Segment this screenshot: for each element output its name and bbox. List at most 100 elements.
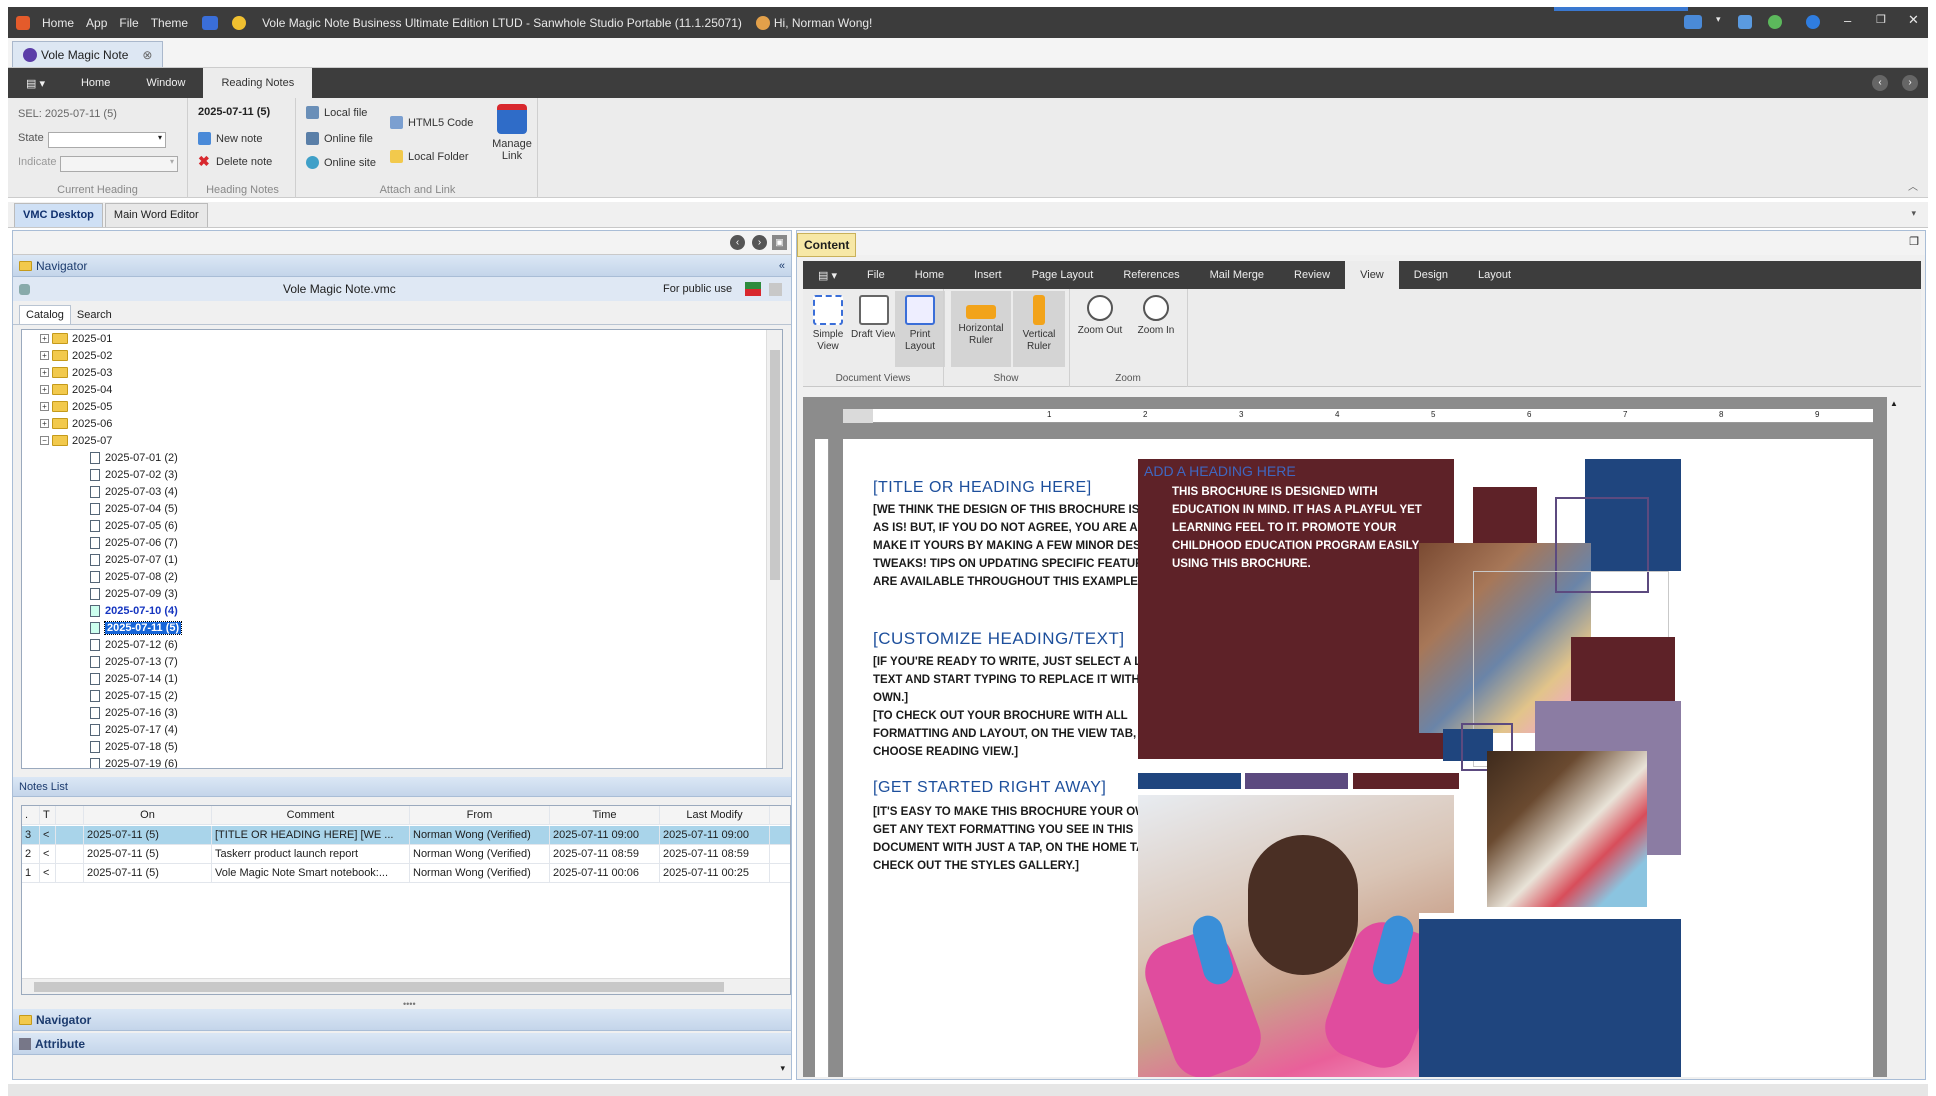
simple-view-button[interactable]: Simple View	[803, 295, 853, 353]
tree-day-bold[interactable]: 2025-07-10 (4)	[90, 602, 178, 619]
tree-day[interactable]: 2025-07-08 (2)	[90, 568, 178, 585]
tab-vmc-desktop[interactable]: VMC Desktop	[14, 202, 103, 227]
col-comment[interactable]: Comment	[212, 806, 410, 825]
col-t[interactable]: T	[40, 806, 56, 825]
zoom-in-button[interactable]: Zoom In	[1129, 295, 1183, 337]
table-row[interactable]: 1 < 2025-07-11 (5) Vole Magic Note Smart n…	[22, 864, 790, 883]
tree-day[interactable]: 2025-07-06 (7)	[90, 534, 178, 551]
tree-scrollbar[interactable]	[766, 330, 782, 768]
manage-link-button[interactable]: Manage Link	[490, 104, 534, 162]
word-tab-view[interactable]: View	[1345, 261, 1399, 289]
tree-day[interactable]: 2025-07-04 (5)	[90, 500, 178, 517]
menu-app[interactable]: App	[86, 16, 107, 30]
tree-day[interactable]: 2025-07-19 (6)	[90, 755, 178, 768]
tree-day[interactable]: 2025-07-01 (2)	[90, 449, 178, 466]
local-file-button[interactable]: Local file	[306, 106, 367, 119]
table-row[interactable]: 3 < 2025-07-11 (5) [TITLE OR HEADING HERE]…	[22, 826, 790, 845]
html5-code-button[interactable]: HTML5 Code	[390, 116, 473, 129]
tree-day[interactable]: 2025-07-13 (7)	[90, 653, 178, 670]
grid-hscrollbar[interactable]	[22, 978, 790, 994]
table-row[interactable]: 2 < 2025-07-11 (5) Taskerr product launch …	[22, 845, 790, 864]
tree-folder[interactable]: +2025-02	[40, 347, 112, 364]
content-tab[interactable]: Content	[797, 233, 857, 257]
tree-day[interactable]: 2025-07-03 (4)	[90, 483, 178, 500]
word-tab-layout[interactable]: Layout	[1463, 261, 1526, 289]
tab-window[interactable]: Window	[128, 68, 203, 98]
tree-day[interactable]: 2025-07-12 (6)	[90, 636, 178, 653]
bottom-panel-navigator[interactable]: Navigator	[13, 1009, 791, 1031]
tab-main-word-editor[interactable]: Main Word Editor	[104, 202, 208, 227]
brochure-customize-text[interactable]: [IF YOU'RE READY TO WRITE, JUST SELECT A…	[873, 653, 1183, 707]
tree-day[interactable]: 2025-07-07 (1)	[90, 551, 178, 568]
tree-folder-expanded[interactable]: −2025-07	[40, 432, 112, 449]
settings-small-icon[interactable]	[769, 282, 782, 296]
document-vscrollbar[interactable]: ▲	[1887, 397, 1901, 1077]
word-tab-review[interactable]: Review	[1279, 261, 1345, 289]
col-blank[interactable]	[56, 806, 84, 825]
tree-folder[interactable]: +2025-03	[40, 364, 112, 381]
close-tab-icon[interactable]: ⊗	[142, 48, 152, 62]
scroll-up-icon[interactable]: ▲	[1890, 399, 1898, 408]
tab-reading-notes[interactable]: Reading Notes	[203, 68, 313, 98]
brochure-title-heading[interactable]: [TITLE OR HEADING HERE]	[873, 479, 1092, 497]
tree-day[interactable]: 2025-07-18 (5)	[90, 738, 178, 755]
tree-scroll-thumb[interactable]	[770, 350, 780, 580]
tree-day[interactable]: 2025-07-05 (6)	[90, 517, 178, 534]
tree-day[interactable]: 2025-07-09 (3)	[90, 585, 178, 602]
indicate-select[interactable]: ▾	[60, 156, 178, 172]
layout-icon[interactable]	[1684, 15, 1702, 29]
col-index[interactable]: .	[22, 806, 40, 825]
dropdown-icon[interactable]: ▾	[1716, 14, 1721, 25]
subtab-catalog[interactable]: Catalog	[19, 305, 71, 324]
tree-folder[interactable]: +2025-01	[40, 330, 112, 347]
tab-home[interactable]: Home	[63, 68, 128, 98]
monitor-icon[interactable]	[1738, 15, 1752, 29]
heading-box[interactable]: ADD A HEADING HERE THIS BROCHURE IS DESI…	[1138, 459, 1454, 759]
online-file-button[interactable]: Online file	[306, 132, 373, 145]
word-tab-design[interactable]: Design	[1399, 261, 1463, 289]
close-pane-icon[interactable]: ▣	[772, 235, 787, 250]
quick-access-menu[interactable]: ▤ ▾	[8, 68, 63, 98]
word-tab-mail-merge[interactable]: Mail Merge	[1195, 261, 1279, 289]
close-button[interactable]: ✕	[1908, 12, 1919, 28]
help-icon[interactable]	[1806, 15, 1820, 29]
view-tabs-dropdown-icon[interactable]: ▾	[1911, 208, 1916, 219]
col-time[interactable]: Time	[550, 806, 660, 825]
tree-day[interactable]: 2025-07-02 (3)	[90, 466, 178, 483]
forward-icon[interactable]: ›	[752, 235, 767, 250]
float-window-icon[interactable]: ❐	[1909, 235, 1919, 248]
subtab-search[interactable]: Search	[71, 306, 118, 324]
tree-folder[interactable]: +2025-05	[40, 398, 112, 415]
word-tab-page-layout[interactable]: Page Layout	[1017, 261, 1109, 289]
bottom-panel-attribute[interactable]: Attribute	[13, 1033, 791, 1055]
back-icon[interactable]: ‹	[730, 235, 745, 250]
smiley-icon[interactable]	[232, 15, 247, 30]
word-quick-access[interactable]: ▤ ▾	[803, 261, 852, 289]
doc-tab-vole-magic-note[interactable]: Vole Magic Note ⊗	[12, 41, 164, 67]
local-folder-button[interactable]: Local Folder	[390, 150, 469, 163]
brochure-get-started-text[interactable]: [IT'S EASY TO MAKE THIS BROCHURE YOUR OW…	[873, 803, 1183, 875]
tree-day[interactable]: 2025-07-17 (4)	[90, 721, 178, 738]
menu-file[interactable]: File	[119, 16, 138, 30]
tree-day[interactable]: 2025-07-15 (2)	[90, 687, 178, 704]
calendar-icon[interactable]	[202, 15, 219, 30]
restore-button[interactable]: ❐	[1876, 13, 1886, 26]
word-tab-references[interactable]: References	[1108, 261, 1194, 289]
col-last-modify[interactable]: Last Modify	[660, 806, 770, 825]
scroll-right-icon[interactable]: ›	[1902, 75, 1918, 91]
delete-note-button[interactable]: ✖ Delete note	[198, 154, 272, 168]
refresh-icon[interactable]	[1768, 15, 1782, 29]
zoom-out-button[interactable]: Zoom Out	[1073, 295, 1127, 337]
brochure-intro-text[interactable]: [WE THINK THE DESIGN OF THIS BROCHURE IS…	[873, 501, 1183, 591]
menu-theme[interactable]: Theme	[151, 16, 188, 30]
collapse-navigator-icon[interactable]: «	[779, 260, 785, 272]
menu-home[interactable]: Home	[42, 16, 74, 30]
state-select[interactable]: ▾	[48, 132, 166, 148]
brochure-customize-heading[interactable]: [CUSTOMIZE HEADING/TEXT]	[873, 629, 1125, 649]
brochure-get-started-heading[interactable]: [GET STARTED RIGHT AWAY]	[873, 779, 1106, 797]
panel-dropdown-icon[interactable]: ▾	[780, 1063, 785, 1074]
col-on[interactable]: On	[84, 806, 212, 825]
grid-scroll-thumb[interactable]	[34, 982, 724, 992]
horizontal-ruler-button[interactable]: Horizontal Ruler	[951, 291, 1011, 367]
word-tab-home[interactable]: Home	[900, 261, 959, 289]
